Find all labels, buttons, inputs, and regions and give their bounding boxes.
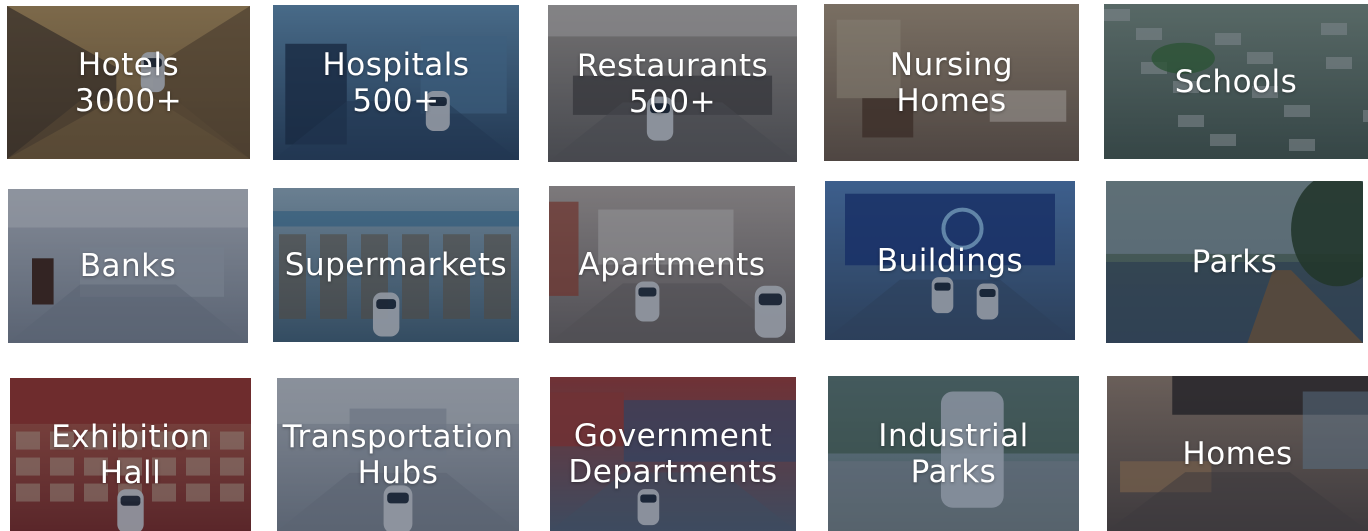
tile-buildings-overlay (825, 181, 1075, 340)
tile-hotels-overlay (7, 6, 250, 159)
tile-banks[interactable]: Banks (8, 189, 248, 343)
tile-nursing-homes[interactable]: Nursing Homes (824, 4, 1079, 161)
tile-banks-overlay (8, 189, 248, 343)
tile-apartments[interactable]: Apartments (549, 186, 795, 343)
tile-hospitals[interactable]: Hospitals 500+ (273, 5, 519, 160)
tile-restaurants[interactable]: Restaurants 500+ (548, 5, 797, 162)
tile-transportation-hubs-overlay (277, 378, 519, 531)
tile-nursing-homes-overlay (824, 4, 1079, 161)
tile-parks-overlay (1106, 181, 1363, 343)
tile-homes-overlay (1107, 376, 1368, 531)
tile-transportation-hubs[interactable]: Transportation Hubs (277, 378, 519, 531)
tile-parks[interactable]: Parks (1106, 181, 1363, 343)
tile-buildings[interactable]: Buildings (825, 181, 1075, 340)
tile-apartments-overlay (549, 186, 795, 343)
tile-restaurants-overlay (548, 5, 797, 162)
tile-industrial-parks-overlay (828, 376, 1079, 531)
tile-schools[interactable]: Schools (1104, 4, 1368, 159)
tile-hotels[interactable]: Hotels 3000+ (7, 6, 250, 159)
tile-industrial-parks[interactable]: Industrial Parks (828, 376, 1079, 531)
tile-homes[interactable]: Homes (1107, 376, 1368, 531)
tile-supermarkets[interactable]: Supermarkets (273, 188, 519, 342)
tile-supermarkets-overlay (273, 188, 519, 342)
tile-hospitals-overlay (273, 5, 519, 160)
tile-government-departments-overlay (550, 377, 796, 531)
tile-exhibition-hall[interactable]: Exhibition Hall (10, 378, 251, 531)
tile-exhibition-hall-overlay (10, 378, 251, 531)
tile-schools-overlay (1104, 4, 1368, 159)
tile-government-departments[interactable]: Government Departments (550, 377, 796, 531)
